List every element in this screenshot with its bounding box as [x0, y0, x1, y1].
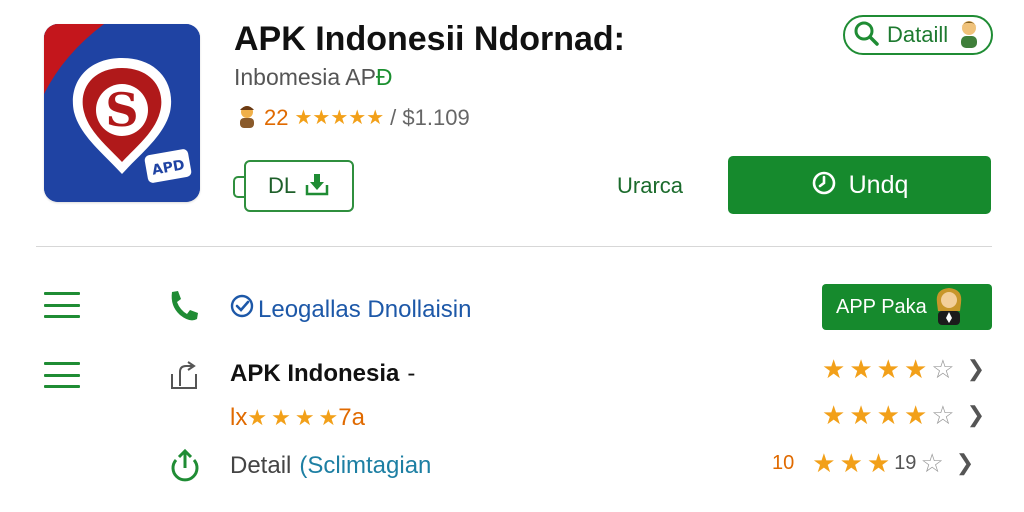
svg-text:S: S	[105, 83, 138, 137]
rating-note-left: 10	[772, 451, 795, 474]
rating-row-2: ★ ★ ★ ★ ☆ ❯	[822, 356, 985, 382]
app-title: APK Indonesii Ndornad:	[234, 20, 625, 58]
list-item-3-suffix: 7a	[338, 404, 365, 431]
list-item-4-label: Detail	[230, 452, 292, 479]
app-logo-icon: S APD	[44, 24, 200, 202]
rating-row-3: ★ ★ ★ ★ ☆ ❯	[822, 402, 985, 428]
search-icon	[853, 20, 879, 51]
list-item-2[interactable]: APK Indonesia -	[230, 360, 415, 388]
clock-icon	[811, 170, 837, 201]
avatar-icon	[236, 104, 258, 133]
uninstall-link[interactable]: Urarca	[617, 173, 683, 199]
list-item-3-prefix: lx	[230, 404, 248, 431]
share-icon[interactable]	[168, 360, 200, 397]
list-item-3[interactable]: lx ★ ★ ★ ★ 7a	[230, 404, 365, 432]
rating-note-right: 19	[894, 451, 917, 474]
star-icon: ★	[849, 400, 873, 430]
divider	[36, 246, 992, 247]
avatar-icon	[933, 285, 965, 330]
star-icon: ★	[903, 354, 928, 384]
list-item-1-label: Leogallas Dnollaisin	[258, 295, 472, 323]
star-icon: ★	[294, 107, 313, 129]
list-item-2-dash: -	[407, 360, 416, 387]
app-size: / $1.109	[390, 105, 470, 130]
star-icon: ★	[318, 405, 339, 430]
star-icon: ★	[312, 107, 331, 129]
rating-count: 22	[264, 105, 289, 130]
phone-icon[interactable]	[166, 288, 200, 329]
subtitle-text: Inbomesia AP	[234, 64, 376, 90]
star-empty-icon: ☆	[920, 448, 944, 478]
star-icon: ★	[294, 405, 315, 430]
star-icon: ★	[822, 354, 846, 384]
menu-icon[interactable]	[44, 292, 80, 318]
star-icon: ★	[822, 400, 846, 430]
list-item-3-stars: ★ ★ ★ ★	[247, 407, 338, 429]
app-pack-button[interactable]: APP Paka	[822, 284, 992, 330]
app-pack-label: APP Paka	[836, 295, 927, 318]
rating-row: 22 ★ ★ ★ ★ ★ / $1.109	[236, 104, 470, 132]
star-empty-icon: ☆	[931, 400, 955, 430]
list-item-4[interactable]: Detail (Sclimtagian	[230, 452, 431, 480]
chevron-right-icon[interactable]: ❯	[956, 450, 974, 476]
star-icon: ★	[812, 448, 836, 478]
star-icon: ★	[839, 448, 863, 478]
verified-icon	[230, 294, 254, 325]
download-label: DL	[267, 173, 297, 198]
star-icon: ★	[903, 400, 928, 430]
download-icon	[304, 171, 330, 202]
avatar-icon	[956, 18, 982, 53]
rating-row-4: 10 ★ ★ ★ 19 ☆ ❯	[772, 450, 974, 476]
update-icon[interactable]	[168, 448, 202, 487]
star-icon: ★	[876, 400, 900, 430]
menu-icon[interactable]	[44, 362, 80, 388]
star-empty-icon: ☆	[931, 354, 955, 384]
star-icon: ★	[271, 405, 291, 430]
star-icon: ★	[876, 354, 900, 384]
list-item-4-paren: (Sclimtagian	[299, 452, 432, 479]
star-icon: ★	[330, 107, 349, 129]
open-label: Undq	[848, 170, 909, 199]
download-button[interactable]: DL	[244, 160, 354, 212]
chevron-right-icon[interactable]: ❯	[967, 402, 985, 428]
star-icon: ★	[247, 405, 268, 430]
open-button[interactable]: Undq	[728, 156, 991, 214]
star-icon: ★	[849, 354, 873, 384]
app-subtitle: Inbomesia APĐ	[234, 64, 393, 91]
details-label: Dataill	[887, 22, 949, 47]
star-icon: ★	[366, 107, 385, 129]
rating-stars: ★ ★ ★ ★ ★	[294, 108, 384, 128]
list-item-1[interactable]: Leogallas Dnollaisin	[230, 294, 471, 325]
chevron-right-icon[interactable]: ❯	[967, 356, 985, 382]
star-icon: ★	[348, 107, 367, 129]
list-item-2-label: APK Indonesia	[230, 360, 400, 387]
subtitle-accent: Đ	[375, 64, 393, 90]
details-button[interactable]: Dataill	[843, 15, 993, 55]
star-icon: ★	[866, 448, 891, 478]
